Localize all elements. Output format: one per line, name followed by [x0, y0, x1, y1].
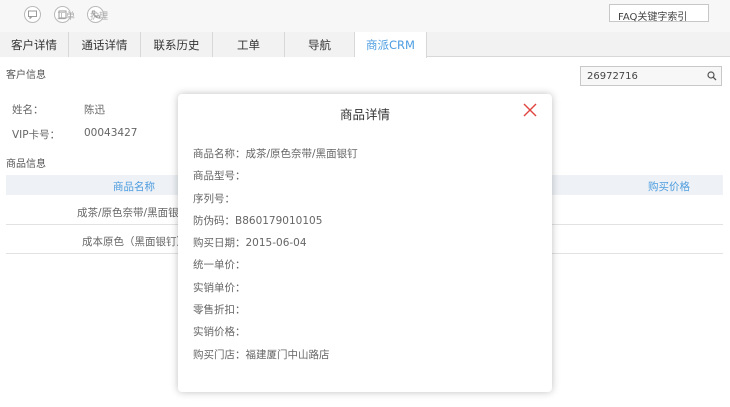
vip-label: VIP卡号：	[12, 129, 61, 141]
table-row[interactable]: 成本原色（黑面银钉）	[82, 234, 187, 249]
tab-navigation[interactable]: 导航	[285, 32, 355, 57]
product-section-title: 商品信息	[6, 159, 46, 170]
customer-section-title: 客户信息	[6, 70, 46, 81]
detail-label: 购买日期：	[193, 237, 246, 249]
modal-title: 商品详情	[339, 107, 390, 122]
faq-search-input[interactable]: FAQ关键字索引	[609, 4, 709, 23]
detail-label: 商品名称：	[193, 148, 246, 160]
search-icon[interactable]	[707, 71, 717, 81]
tab-call-details[interactable]: 通话详情	[69, 32, 141, 57]
tab-crm[interactable]: 商派CRM	[355, 32, 427, 58]
ticket-tool-label: 工单	[57, 12, 76, 22]
customer-search-input[interactable]: 26972716	[580, 66, 722, 86]
detail-label: 序列号：	[193, 193, 235, 205]
detail-label: 零售折扣：	[193, 304, 246, 316]
detail-value: B860179010105	[235, 215, 323, 227]
detail-label: 购买门店：	[193, 349, 246, 361]
detail-value: 成茶/原色奈带/黑面银钉	[245, 148, 358, 160]
detail-label: 实销单价：	[193, 282, 246, 294]
tab-bar: 客户详情 通话详情 联系历史 工单 导航 商派CRM	[0, 32, 730, 58]
detail-purchase-store: 购买门店：福建厦门中山路店	[193, 347, 330, 362]
vip-value: 00043427	[84, 127, 138, 139]
tab-customer-details[interactable]: 客户详情	[0, 32, 69, 57]
detail-anti-fake-code: 防伪码：B860179010105	[193, 213, 322, 228]
detail-purchase-date: 购买日期：2015-06-04	[193, 235, 307, 250]
detail-actual-unit-price: 实销单价：	[193, 280, 246, 295]
close-icon[interactable]	[522, 102, 538, 118]
phone-tool-label: 护理	[90, 12, 109, 22]
detail-label: 商品型号：	[193, 170, 246, 182]
detail-serial-number: 序列号：	[193, 191, 235, 206]
column-purchase-price: 购买价格	[648, 181, 690, 193]
tab-tickets[interactable]: 工单	[213, 32, 285, 57]
detail-label: 防伪码：	[193, 215, 235, 227]
name-label: 姓名：	[12, 104, 44, 116]
tab-contact-history[interactable]: 联系历史	[141, 32, 213, 57]
detail-label: 实销价格：	[193, 326, 246, 338]
detail-product-name: 商品名称：成茶/原色奈带/黑面银钉	[193, 146, 358, 161]
detail-actual-price: 实销价格：	[193, 324, 246, 339]
detail-label: 统一单价：	[193, 259, 246, 271]
table-row[interactable]: 成茶/原色奈带/黑面银钉	[77, 205, 189, 220]
detail-value: 2015-06-04	[245, 237, 307, 249]
column-product-name: 商品名称	[113, 181, 155, 193]
detail-unit-price: 统一单价：	[193, 257, 246, 272]
product-detail-modal: 商品详情 商品名称：成茶/原色奈带/黑面银钉 商品型号： 序列号： 防伪码：B8…	[178, 94, 552, 392]
customer-search-value: 26972716	[587, 71, 638, 82]
detail-retail-discount: 零售折扣：	[193, 302, 246, 317]
name-value: 陈迅	[84, 104, 105, 116]
detail-value: 福建厦门中山路店	[245, 349, 330, 361]
chat-icon[interactable]	[24, 6, 41, 23]
detail-product-model: 商品型号：	[193, 168, 246, 183]
top-toolbar: 工单 护理 FAQ关键字索引	[0, 0, 730, 32]
